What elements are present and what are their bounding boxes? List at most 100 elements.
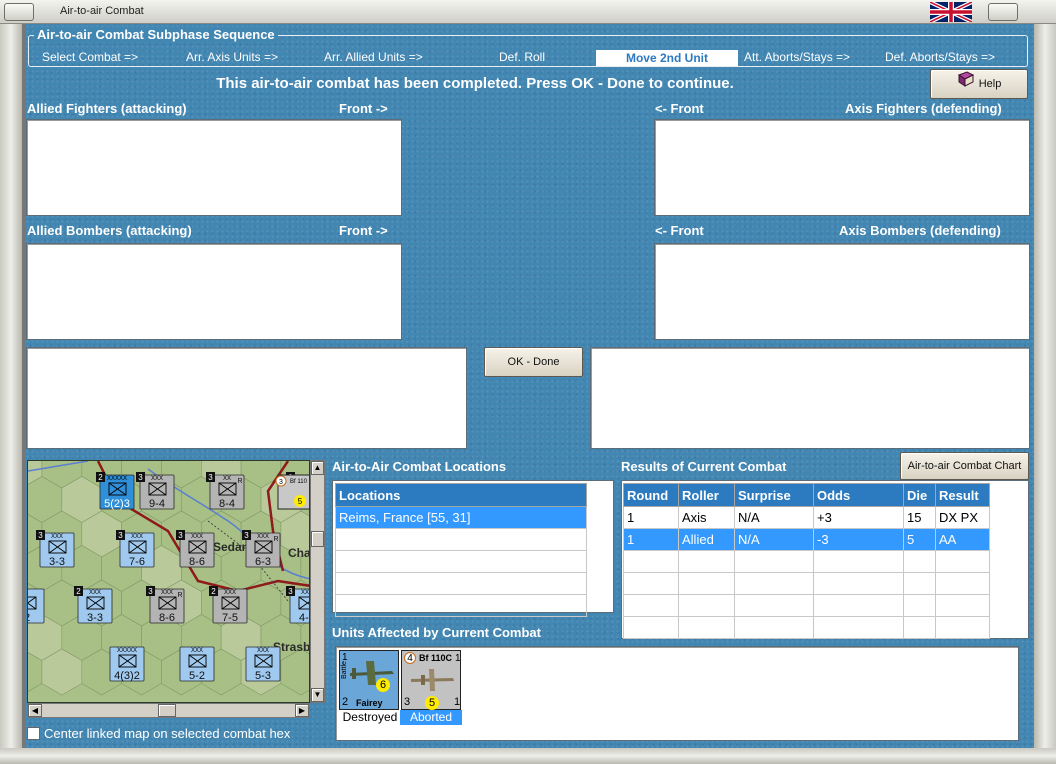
unit-range: 6 [376,678,390,692]
map-unit-counter[interactable]: XXX 4-1 3 [286,586,310,624]
title-bar: Air-to-air Combat [0,0,1056,24]
allied-fighters-box[interactable] [26,119,402,216]
linked-map[interactable]: StrasbCharlSedanXXXXX5(2)32XXX9-43XX8-43… [27,460,310,703]
center-map-checkbox[interactable] [27,727,40,740]
axis-bombers-box[interactable] [654,243,1030,340]
map-unit-counter[interactable]: XXX 8-6 3 R [146,586,185,624]
unit-top-right: 1 [455,653,461,664]
seq-step-move-2nd-unit: Move 2nd Unit [596,50,738,66]
cell-odds: +3 [813,506,904,529]
air-combat-chart-button[interactable]: Air-to-air Combat Chart [900,452,1029,480]
frame-bottom [0,748,1056,764]
unit-size-label: XXX [191,648,203,654]
map-unit-counter[interactable]: XXX 5-2 [179,646,215,682]
frame-right [1034,24,1056,764]
scroll-up-button[interactable]: ▲ [311,461,324,475]
air-counter-label: Bf 110 [290,479,308,485]
axis-bombers-label: Axis Bombers (defending) [839,223,1001,238]
unit-top-value: 3 [38,531,43,540]
map-unit-counter[interactable]: XXX 3-3 2 [74,586,113,624]
cell-die: 5 [903,528,936,551]
unit-strength-label: 7-5 [222,612,238,624]
seq-step-arr-axis: Arr. Axis Units => [186,50,279,64]
unit-name: Bf 110C [419,653,453,663]
map-unit-counter[interactable]: XXX 7-5 2 [209,586,248,624]
locations-title: Air-to-Air Combat Locations [332,459,507,474]
map-horizontal-scrollbar[interactable]: ◀ ▶ [27,703,310,718]
maximize-button[interactable] [988,3,1018,21]
unit-size-label: XX [223,476,231,482]
unit-strength-label: 8-6 [159,612,175,624]
results-row-empty [623,594,990,617]
unit-status-destroyed: Destroyed [339,710,401,725]
frame-left [0,24,22,764]
map-unit-counter[interactable]: XXX 6-3 3 R [242,530,281,568]
results-row-empty [623,572,990,595]
unit-status-aborted: Aborted [400,710,462,725]
cell-roller: Allied [678,528,735,551]
map-unit-counter[interactable]: XXX 9-4 3 [136,472,175,510]
map-unit-counter[interactable]: XXX 8-6 3 [176,530,215,568]
locations-header: Locations [335,483,587,507]
map-unit-counter[interactable]: XXX 7-6 3 [116,530,155,568]
results-title: Results of Current Combat [621,459,787,474]
front-left-label-2: <- Front [655,223,704,238]
results-row[interactable]: 1 Axis N/A +3 15 DX PX [623,506,990,529]
location-row[interactable]: Reims, France [55, 31] [335,506,587,529]
results-row-empty [623,616,990,639]
map-unit-counter[interactable]: 23 [28,586,45,624]
allied-fighters-label: Allied Fighters (attacking) [27,101,187,116]
status-message: This air-to-air combat has been complete… [216,75,734,92]
scroll-right-button[interactable]: ▶ [295,704,309,717]
unit-corner-label: R [177,592,182,599]
unit-counter-fairey-battle[interactable]: 1 Battle 6 2 Fairey [339,650,399,710]
cell-roller: Axis [678,506,735,529]
unit-counter-bf110c[interactable]: 4 Bf 110C 1 3 5 1 [401,650,461,710]
system-menu-button[interactable] [4,3,34,21]
col-odds: Odds [813,483,904,507]
results-row-empty [623,550,990,573]
axis-info-box [590,347,1030,449]
unit-strength-label: 5(2)3 [104,498,130,510]
location-cell: Reims, France [55, 31] [335,506,587,529]
unit-top-value: 3 [118,531,123,540]
unit-attack: 3 [404,696,411,708]
uk-flag-icon [929,0,973,24]
map-unit-counter[interactable]: XX 8-4 3 R [206,472,245,510]
col-die: Die [903,483,936,507]
unit-strength-label: 3-3 [87,612,103,624]
map-air-counter[interactable]: Bf 110 3 5 [275,474,310,510]
cell-odds: -3 [813,528,904,551]
allied-bombers-label: Allied Bombers (attacking) [27,223,192,238]
map-vertical-scrollbar[interactable]: ▲ ▼ [310,460,325,703]
map-unit-counter[interactable]: XXXXX 4(3)2 [109,646,145,682]
allied-bombers-box[interactable] [26,243,402,340]
cell-round: 1 [623,506,679,529]
location-row-empty [335,594,587,617]
map-unit-counter[interactable]: XXX 5-3 [245,646,281,682]
unit-top-value: 3 [138,473,143,482]
unit-size-label: XXX [224,590,236,596]
vertical-scroll-thumb[interactable] [311,531,324,547]
cell-surprise: N/A [734,506,814,529]
unit-size-label: XXX [191,534,203,540]
horizontal-scroll-thumb[interactable] [158,704,176,717]
scroll-down-button[interactable]: ▼ [311,688,324,702]
ok-done-button[interactable]: OK - Done [484,347,583,377]
map-unit-counter[interactable]: XXX 3-3 3 [36,530,75,568]
fighter-aircraft-icon [411,669,454,691]
locations-list[interactable]: Locations Reims, France [55, 31] [332,480,614,617]
help-button[interactable]: Help [930,69,1028,99]
cell-round: 1 [623,528,679,551]
map-unit-counter[interactable]: XXXXX 5(2)3 2 [96,472,135,510]
scroll-left-button[interactable]: ◀ [28,704,42,717]
unit-size-label: XXX [151,476,163,482]
unit-strength-label: 2 [28,612,30,624]
results-row[interactable]: 1 Allied N/A -3 5 AA [623,528,990,551]
unit-size-label: XXX [89,590,101,596]
unit-top-value: 3 [288,587,293,596]
axis-fighters-box[interactable] [654,119,1030,216]
unit-size-label: XXX [257,648,269,654]
unit-size-label: XXXXX [117,648,137,654]
col-round: Round [623,483,679,507]
